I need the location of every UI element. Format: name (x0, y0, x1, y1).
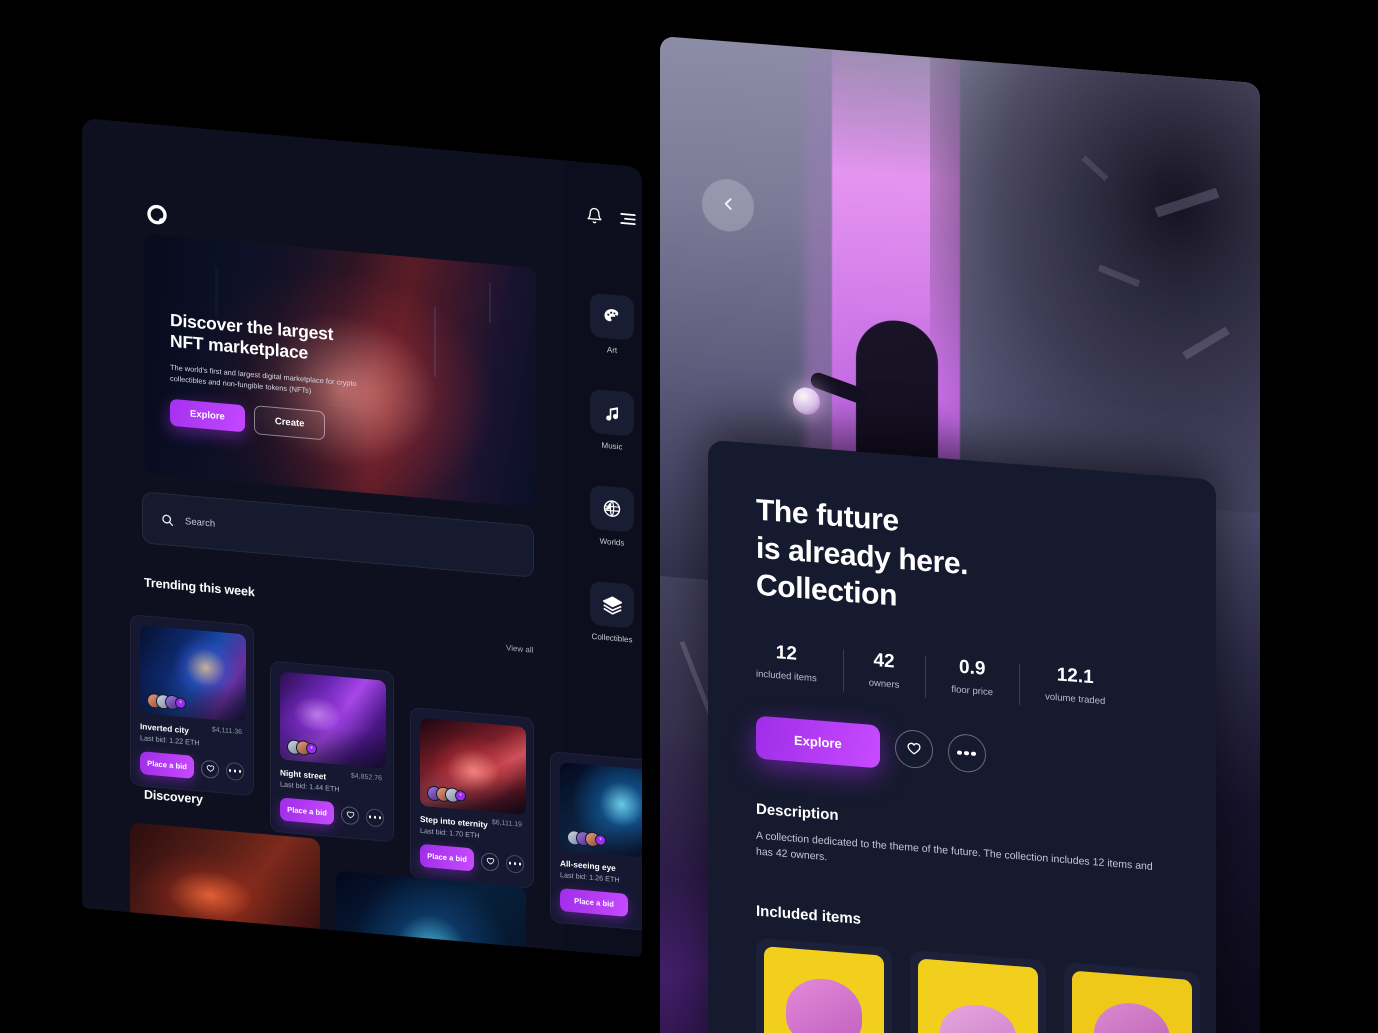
discovery-card[interactable] (336, 870, 526, 958)
collection-explore-button[interactable]: Explore (756, 715, 880, 768)
stat-owners: 42 owners (843, 647, 926, 693)
heart-icon[interactable] (201, 758, 219, 779)
stat-label: volume traded (1045, 690, 1106, 707)
nft-card-image: + (420, 717, 526, 816)
collection-stats: 12 included items 42 owners 0.9 floor pr… (756, 640, 1168, 712)
search-placeholder: Search (185, 515, 216, 530)
screenshot-stage: Art Music Worlds Collectibles Discover t… (0, 0, 1378, 1033)
nft-card-image: + (560, 762, 642, 860)
included-item-image (1072, 970, 1192, 1033)
stat-value: 42 (873, 649, 895, 673)
stat-value: 12 (775, 641, 797, 665)
nft-card[interactable]: + All-seeing eye Last bid: 1.26 ETH Plac… (550, 751, 642, 934)
nft-card-image: + (280, 671, 386, 769)
trending-heading: Trending this week (144, 575, 255, 600)
collection-info-sheet: The future is already here. Collection 1… (708, 439, 1216, 1033)
stat-floor-price: 0.9 floor price (925, 653, 1019, 699)
included-item-card[interactable] (756, 937, 892, 1033)
stat-value: 12.1 (1056, 663, 1094, 688)
stat-volume-traded: 12.1 volume traded (1019, 661, 1131, 709)
owner-avatar-group: + (427, 785, 466, 804)
search-icon (161, 512, 174, 526)
stat-included-items: 12 included items (756, 640, 843, 686)
collection-detail-panel: The future is already here. Collection 1… (660, 36, 1260, 1033)
collection-title: The future is already here. Collection (756, 492, 1168, 637)
included-item-card[interactable] (1064, 962, 1200, 1033)
included-items-list (756, 937, 1200, 1033)
owner-avatar-group: + (567, 829, 606, 848)
hero-explore-button[interactable]: Explore (170, 398, 245, 433)
verified-badge-icon: + (595, 834, 606, 847)
included-item-image (918, 958, 1038, 1033)
place-bid-button[interactable]: Place a bid (560, 888, 628, 918)
hero-create-button[interactable]: Create (253, 405, 326, 441)
stat-label: included items (756, 668, 817, 684)
collection-action-row: Explore (756, 715, 1168, 791)
place-bid-button[interactable]: Place a bid (140, 751, 194, 779)
verified-badge-icon: + (175, 697, 186, 710)
stat-label: owners (868, 676, 900, 691)
heart-icon[interactable] (341, 805, 359, 825)
nft-card[interactable]: + Inverted city Last bid: 1.22 ETH $4,11… (130, 614, 254, 797)
stat-label: floor price (951, 683, 994, 698)
place-bid-button[interactable]: Place a bid (280, 797, 334, 826)
ellipsis-icon[interactable] (226, 761, 244, 781)
nft-card-image: + (140, 625, 246, 723)
discovery-card[interactable] (130, 822, 320, 958)
verified-badge-icon: + (455, 789, 466, 802)
heart-icon[interactable] (894, 728, 933, 770)
owner-avatar-group: + (147, 692, 186, 711)
hero-subtitle: The world's first and largest digital ma… (170, 362, 357, 395)
included-item-image (764, 946, 884, 1033)
owner-avatar-group: + (287, 739, 317, 757)
hero-banner: Discover the largest NFT marketplace The… (144, 233, 536, 508)
ellipsis-icon[interactable] (947, 732, 986, 774)
ellipsis-icon[interactable] (366, 807, 384, 828)
stat-value: 0.9 (959, 656, 986, 680)
nft-card[interactable]: + Night street Last bid: 1.44 ETH $4,852… (270, 660, 394, 843)
included-item-card[interactable] (910, 949, 1046, 1033)
brand-logo-q[interactable] (144, 201, 170, 229)
search-input[interactable]: Search (142, 491, 534, 578)
verified-badge-icon: + (306, 742, 317, 755)
chevron-left-icon (720, 195, 737, 216)
marketplace-home-panel: Art Music Worlds Collectibles Discover t… (82, 118, 642, 958)
